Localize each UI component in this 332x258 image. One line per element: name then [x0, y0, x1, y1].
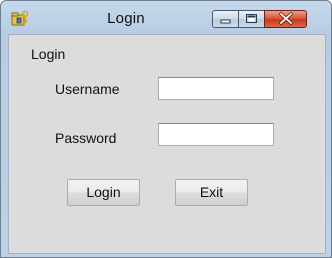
minimize-button[interactable]: [212, 10, 238, 28]
close-icon: [278, 11, 294, 26]
title-bar[interactable]: Login: [1, 1, 331, 31]
exit-button[interactable]: Exit: [175, 179, 248, 206]
group-label: Login: [31, 46, 66, 62]
password-input[interactable]: [158, 123, 274, 146]
username-input[interactable]: [158, 77, 274, 100]
maximize-button[interactable]: [238, 10, 264, 28]
maximize-icon: [246, 14, 257, 23]
login-button[interactable]: Login: [67, 179, 140, 206]
login-window: Login Login Username Password Login Exit: [0, 0, 332, 258]
form-client-area: Login Username Password Login Exit: [8, 34, 326, 254]
close-button[interactable]: [264, 10, 307, 28]
minimize-icon: [220, 19, 231, 24]
window-controls: [212, 10, 307, 28]
username-label: Username: [55, 81, 120, 97]
password-label: Password: [55, 130, 117, 146]
